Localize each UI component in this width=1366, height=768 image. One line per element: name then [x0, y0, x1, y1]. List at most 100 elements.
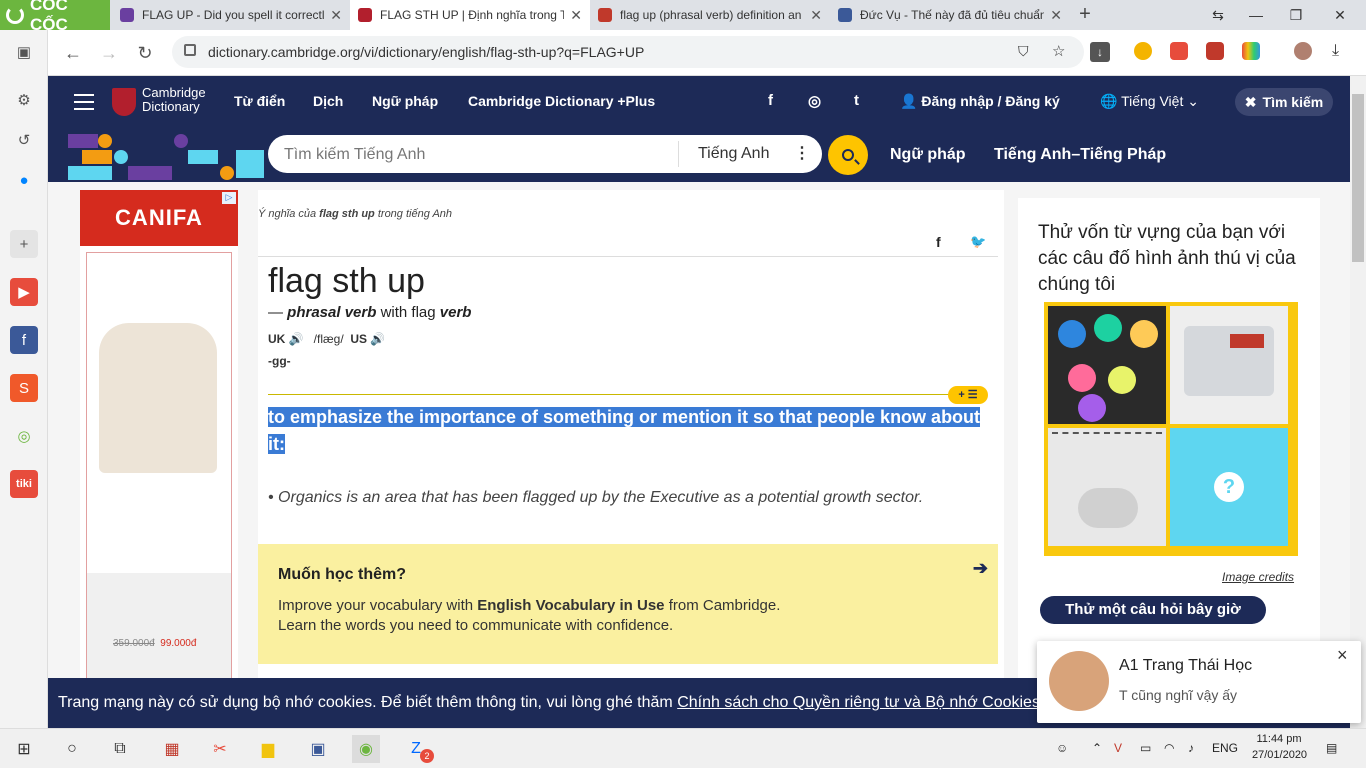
coccoc-taskbar-icon[interactable]: ◉ [352, 735, 380, 763]
uk-audio-icon[interactable]: 🔊 [289, 332, 304, 346]
search-button[interactable] [828, 135, 868, 175]
tab-close-icon[interactable]: ✕ [1050, 7, 1062, 24]
download-page-icon[interactable]: ↓ [1090, 42, 1110, 62]
coccoc-logo[interactable]: CỐC CỐC [0, 0, 110, 34]
minimize-button[interactable]: — [1236, 0, 1276, 30]
url-field[interactable]: dictionary.cambridge.org/vi/dictionary/e… [172, 36, 1084, 68]
promo-text: Improve your vocabulary with English Voc… [278, 597, 781, 634]
reload-icon[interactable]: ↻ [130, 38, 160, 68]
login-link[interactable]: 👤 Đăng nhập / Đăng ký [900, 93, 1060, 110]
maximize-button[interactable]: ❐ [1276, 0, 1316, 30]
privacy-policy-link[interactable]: Chính sách cho Quyền riêng tư và Bộ nhớ … [677, 694, 1040, 711]
instagram-icon[interactable]: ◎ [808, 92, 821, 110]
tab-close-icon[interactable]: ✕ [810, 7, 822, 24]
share-facebook-icon[interactable]: f [936, 234, 941, 250]
extension-red-icon[interactable] [1206, 42, 1224, 60]
battery-icon[interactable]: ▭ [1140, 741, 1151, 755]
cambridge-shield-icon[interactable] [112, 88, 136, 116]
people-icon[interactable]: ☺ [1056, 741, 1068, 755]
sidebar-toggle-icon[interactable]: ▣ [10, 38, 38, 66]
close-window-button[interactable]: ✕ [1320, 0, 1360, 30]
learn-more-box[interactable]: Muốn học thêm? ➔ Improve your vocabulary… [258, 544, 998, 664]
tab-search-icon[interactable]: ⇆ [1198, 0, 1238, 30]
ad-product-box[interactable]: 359.000đ 99.000đ [86, 252, 232, 682]
search-language-select[interactable]: Tiếng Anh [698, 145, 769, 163]
coccoc-map-icon[interactable]: ◎ [10, 422, 38, 450]
app-tool-icon[interactable]: ✂ [206, 735, 234, 763]
twitter-icon[interactable]: t [854, 92, 859, 109]
language-selector[interactable]: 🌐 Tiếng Việt ⌄ [1100, 93, 1199, 110]
page-scrollbar[interactable] [1350, 76, 1366, 728]
wifi-icon[interactable]: ◠ [1164, 741, 1174, 755]
new-tab-button[interactable]: + [1073, 2, 1097, 26]
clock[interactable]: 11:44 pm 27/01/2020 [1252, 731, 1307, 763]
tab-4[interactable]: Đức Vụ - Thế này đã đủ tiêu chuẩn ✕ [830, 0, 1070, 30]
history-icon[interactable]: ↺ [10, 126, 38, 154]
action-center-icon[interactable]: ▤ [1326, 741, 1337, 755]
youtube-icon[interactable]: ▶ [10, 278, 38, 306]
facebook-icon[interactable]: f [768, 92, 773, 109]
tab-2-active[interactable]: FLAG STH UP | Định nghĩa trong T ✕ [350, 0, 590, 30]
chevron-up-icon[interactable]: ⌃ [1092, 741, 1102, 755]
shopee-icon[interactable]: S [10, 374, 38, 402]
site-logo[interactable]: Cambridge Dictionary [142, 86, 206, 114]
share-twitter-icon[interactable]: 🐦 [970, 234, 986, 250]
nav-dictionary[interactable]: Từ điển [234, 93, 285, 109]
nav-translate[interactable]: Dịch [313, 93, 343, 109]
sketch-image[interactable] [1048, 428, 1166, 546]
volume-icon[interactable]: ♪ [1188, 741, 1194, 755]
globe-icon: 🌐 [1100, 93, 1122, 109]
menu-icon[interactable] [74, 94, 94, 110]
sewing-machine-image[interactable] [1170, 306, 1288, 424]
search-icon[interactable]: ○ [58, 735, 86, 763]
windows-start-icon[interactable]: ⊞ [10, 735, 38, 763]
tab-close-icon[interactable]: ✕ [570, 7, 582, 24]
url-text: dictionary.cambridge.org/vi/dictionary/e… [208, 44, 645, 60]
search-band: Tìm kiếm Tiếng Anh Tiếng Anh ⋮ Ngữ pháp … [48, 128, 1350, 182]
zalo-icon[interactable]: Z2 [402, 735, 434, 763]
close-notification-icon[interactable]: × [1337, 645, 1348, 666]
tab-3[interactable]: flag up (phrasal verb) definition an ✕ [590, 0, 830, 30]
task-view-icon[interactable]: ⧉ [106, 735, 134, 763]
extension-shield-icon[interactable] [1170, 42, 1188, 60]
profile-avatar[interactable] [1294, 42, 1312, 60]
nav-plus[interactable]: Cambridge Dictionary +Plus [468, 93, 655, 109]
scrollbar-thumb[interactable] [1352, 94, 1364, 262]
forward-icon[interactable]: → [94, 38, 124, 68]
facebook-icon[interactable]: f [10, 326, 38, 354]
shield-icon[interactable]: ⛉ [1018, 43, 1029, 60]
quiz-image-grid[interactable]: ? [1044, 302, 1298, 556]
app-blue-icon[interactable]: ▣ [304, 735, 332, 763]
settings-icon[interactable]: ⚙ [10, 86, 38, 114]
more-options-icon[interactable]: ⋮ [794, 143, 810, 163]
english-french-link[interactable]: Tiếng Anh–Tiếng Pháp [994, 146, 1166, 164]
vpn-icon[interactable]: V [1114, 741, 1122, 755]
search-toggle-button[interactable]: ✖ Tìm kiếm [1235, 88, 1333, 116]
app-red-icon[interactable]: ▦ [158, 735, 186, 763]
add-shortcut-icon[interactable]: + [10, 230, 38, 258]
extension-chrome-icon[interactable] [1134, 42, 1152, 60]
image-credits-link[interactable]: Image credits [1222, 570, 1294, 584]
search-input[interactable]: Tìm kiếm Tiếng Anh Tiếng Anh ⋮ [268, 135, 822, 173]
extension-colors-icon[interactable] [1242, 42, 1260, 60]
mystery-image[interactable]: ? [1170, 428, 1288, 546]
bookmark-star-icon[interactable]: ☆ [1052, 42, 1065, 60]
file-explorer-icon[interactable]: ▆ [254, 735, 282, 763]
tiki-icon[interactable]: tiki [10, 470, 38, 498]
downloads-icon[interactable]: ⤓ [1332, 42, 1339, 60]
chat-notification[interactable]: A1 Trang Thái Học T cũng nghĩ vậy ấy × [1037, 641, 1361, 723]
add-to-list-button[interactable]: + ☰ [948, 386, 988, 404]
nav-grammar[interactable]: Ngữ pháp [372, 93, 438, 109]
tab-close-icon[interactable]: ✕ [330, 7, 342, 24]
ad-banner[interactable]: CANIFA ▷ 359.000đ 99.000đ [80, 190, 238, 682]
us-audio-icon[interactable]: 🔊 [370, 332, 385, 346]
paint-palette-image[interactable] [1048, 306, 1166, 424]
try-question-button[interactable]: Thử một câu hỏi bây giờ [1040, 596, 1266, 624]
back-icon[interactable]: ← [58, 38, 88, 68]
grammar-link[interactable]: Ngữ pháp [890, 146, 966, 164]
tab-1[interactable]: FLAG UP - Did you spell it correctly? ✕ [112, 0, 350, 30]
arrow-right-icon[interactable]: ➔ [973, 558, 988, 579]
input-language[interactable]: ENG [1212, 741, 1238, 755]
ad-choices-icon[interactable]: ▷ [222, 192, 236, 204]
messenger-icon[interactable]: ● [10, 166, 38, 194]
